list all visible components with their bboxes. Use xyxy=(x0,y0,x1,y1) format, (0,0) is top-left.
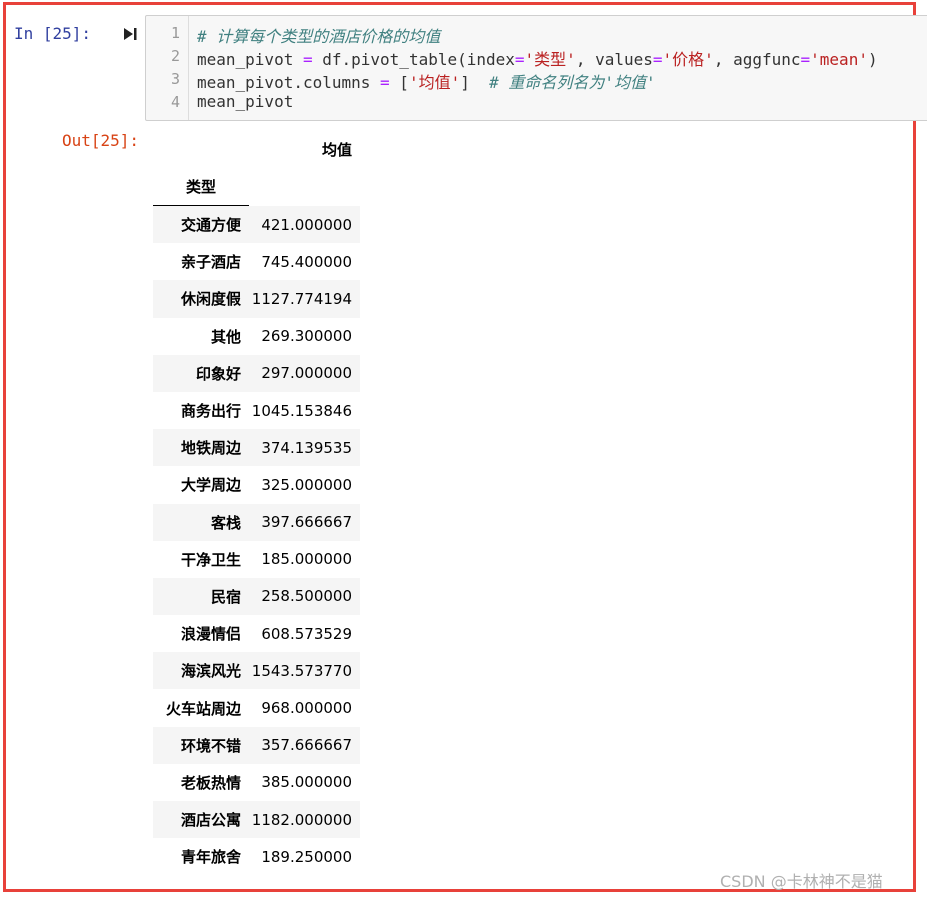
table-row: 干净卫生 185.000000 xyxy=(153,541,360,578)
row-value-cell: 269.300000 xyxy=(261,327,352,346)
row-index-label: 火车站周边 xyxy=(165,699,241,718)
table-row: 民宿 258.500000 xyxy=(153,577,360,616)
row-value-cell: 397.666667 xyxy=(261,513,352,532)
table-row: 大学周边 325.000000 xyxy=(153,466,360,503)
row-value-cell: 374.139535 xyxy=(261,438,352,457)
table-row: 交通方便 421.000000 xyxy=(153,206,360,244)
row-value-cell: 189.250000 xyxy=(261,847,352,866)
code-token-plain: , values xyxy=(575,50,653,69)
row-index-label: 其他 xyxy=(210,327,241,346)
table-row: 休闲度假 1127.774194 xyxy=(153,280,360,318)
table-row: 客栈 397.666667 xyxy=(153,503,360,541)
code-token-string: 'mean' xyxy=(810,50,868,69)
row-index-label: 商务出行 xyxy=(180,402,241,421)
code-line: # 计算每个类型的酒店价格的均值 xyxy=(197,23,440,47)
output-prompt: Out[25]: xyxy=(62,131,140,150)
line-number: 1 xyxy=(170,24,180,42)
code-token-string: '价格' xyxy=(662,50,714,69)
row-index-label: 客栈 xyxy=(210,513,241,532)
code-token-plain: mean_pivot xyxy=(197,50,303,69)
row-index-label: 地铁周边 xyxy=(180,439,241,458)
column-header: 均值 xyxy=(321,141,352,159)
table-row: 火车站周边 968.000000 xyxy=(153,689,360,726)
run-cell-icon[interactable] xyxy=(123,27,137,41)
table-row: 浪漫情侣 608.573529 xyxy=(153,615,360,652)
input-prompt: In [25]: xyxy=(14,24,92,43)
table-row: 老板热情 385.000000 xyxy=(153,764,360,801)
row-value-cell: 1045.153846 xyxy=(251,401,352,420)
dataframe-body: 交通方便 421.000000 亲子酒店 745.400000 休闲度假 1127.774… xyxy=(153,206,360,875)
row-value-cell: 357.666667 xyxy=(261,736,352,755)
row-index-label: 酒店公寓 xyxy=(180,811,241,830)
table-row: 地铁周边 374.139535 xyxy=(153,429,360,467)
code-token-comment: # 计算每个类型的酒店价格的均值 xyxy=(197,27,441,46)
row-index-label: 印象好 xyxy=(195,364,241,383)
row-value-cell: 325.000000 xyxy=(261,475,352,494)
row-index-label: 民宿 xyxy=(210,587,241,606)
code-token-plain: mean_pivot.columns xyxy=(197,73,381,92)
line-number: 3 xyxy=(170,70,180,88)
row-index-label: 青年旅舍 xyxy=(180,848,241,867)
table-row: 印象好 297.000000 xyxy=(153,354,360,392)
row-index-label: 休闲度假 xyxy=(180,290,241,309)
code-token-plain: mean_pivot xyxy=(197,92,294,111)
row-value-cell: 745.400000 xyxy=(261,252,352,271)
row-value-cell: 297.000000 xyxy=(261,364,352,383)
row-index-label: 浪漫情侣 xyxy=(180,625,241,644)
row-value-cell: 421.000000 xyxy=(261,215,352,234)
row-index-label: 干净卫生 xyxy=(180,550,241,569)
code-line: mean_pivot = df.pivot_table(index='类型', … xyxy=(197,46,878,70)
code-token-string: '类型' xyxy=(524,50,576,69)
code-input-area[interactable]: 1234 # 计算每个类型的酒店价格的均值 mean_pivot = df.piv… xyxy=(145,15,927,121)
watermark: CSDN @卡林神不是猫 xyxy=(720,872,883,891)
row-index-label: 老板热情 xyxy=(180,773,241,792)
row-index-label: 环境不错 xyxy=(180,736,241,755)
row-value-cell: 968.000000 xyxy=(261,699,352,718)
code-token-op: = xyxy=(800,50,811,69)
row-value-cell: 185.000000 xyxy=(261,550,352,569)
code-token-string: '均值' xyxy=(408,73,461,92)
row-value-cell: 1543.573770 xyxy=(251,661,352,680)
table-row: 青年旅舍 189.250000 xyxy=(153,838,360,875)
code-token-plain: ] xyxy=(460,73,490,92)
row-value-cell: 258.500000 xyxy=(261,587,352,606)
index-name-header: 类型 xyxy=(153,169,249,206)
table-row: 商务出行 1045.153846 xyxy=(153,392,360,429)
code-token-comment: # 重命名列名为'均值' xyxy=(489,73,656,92)
code-token-plain: , aggfunc xyxy=(713,50,801,69)
table-row: 亲子酒店 745.400000 xyxy=(153,243,360,280)
code-token-plain: ) xyxy=(867,50,878,69)
code-token-op: = xyxy=(302,50,313,69)
line-number: 2 xyxy=(170,47,180,65)
row-index-label: 亲子酒店 xyxy=(180,253,241,272)
code-token-plain: [ xyxy=(389,73,409,92)
table-row: 其他 269.300000 xyxy=(153,318,360,355)
line-number-gutter: 1 2 3 4 xyxy=(146,16,189,120)
row-value-cell: 1127.774194 xyxy=(251,289,352,308)
table-row: 环境不错 357.666667 xyxy=(153,726,360,764)
dataframe-output: 均值 类型 交通方便 421.000000 亲子酒店 745.400000 休闲度假 11… xyxy=(153,131,360,875)
row-value-cell: 385.000000 xyxy=(261,773,352,792)
highlight-frame xyxy=(3,2,916,892)
code-token-plain: df.pivot_table(index xyxy=(312,50,515,69)
table-row: 酒店公寓 1182.000000 xyxy=(153,801,360,839)
table-row: 海滨风光 1543.573770 xyxy=(153,652,360,690)
row-index-label: 交通方便 xyxy=(180,216,241,235)
code-token-op: = xyxy=(652,50,663,69)
row-index-label: 大学周边 xyxy=(180,476,241,495)
line-number: 4 xyxy=(170,93,180,111)
code-token-op: = xyxy=(380,73,390,92)
row-value-cell: 1182.000000 xyxy=(251,810,352,829)
row-index-label: 海滨风光 xyxy=(180,662,241,681)
code-line: mean_pivot xyxy=(197,92,293,111)
code-token-op: = xyxy=(514,50,525,69)
code-line: mean_pivot.columns = ['均值'] # 重命名列名为'均值' xyxy=(197,69,656,93)
row-value-cell: 608.573529 xyxy=(261,624,352,643)
